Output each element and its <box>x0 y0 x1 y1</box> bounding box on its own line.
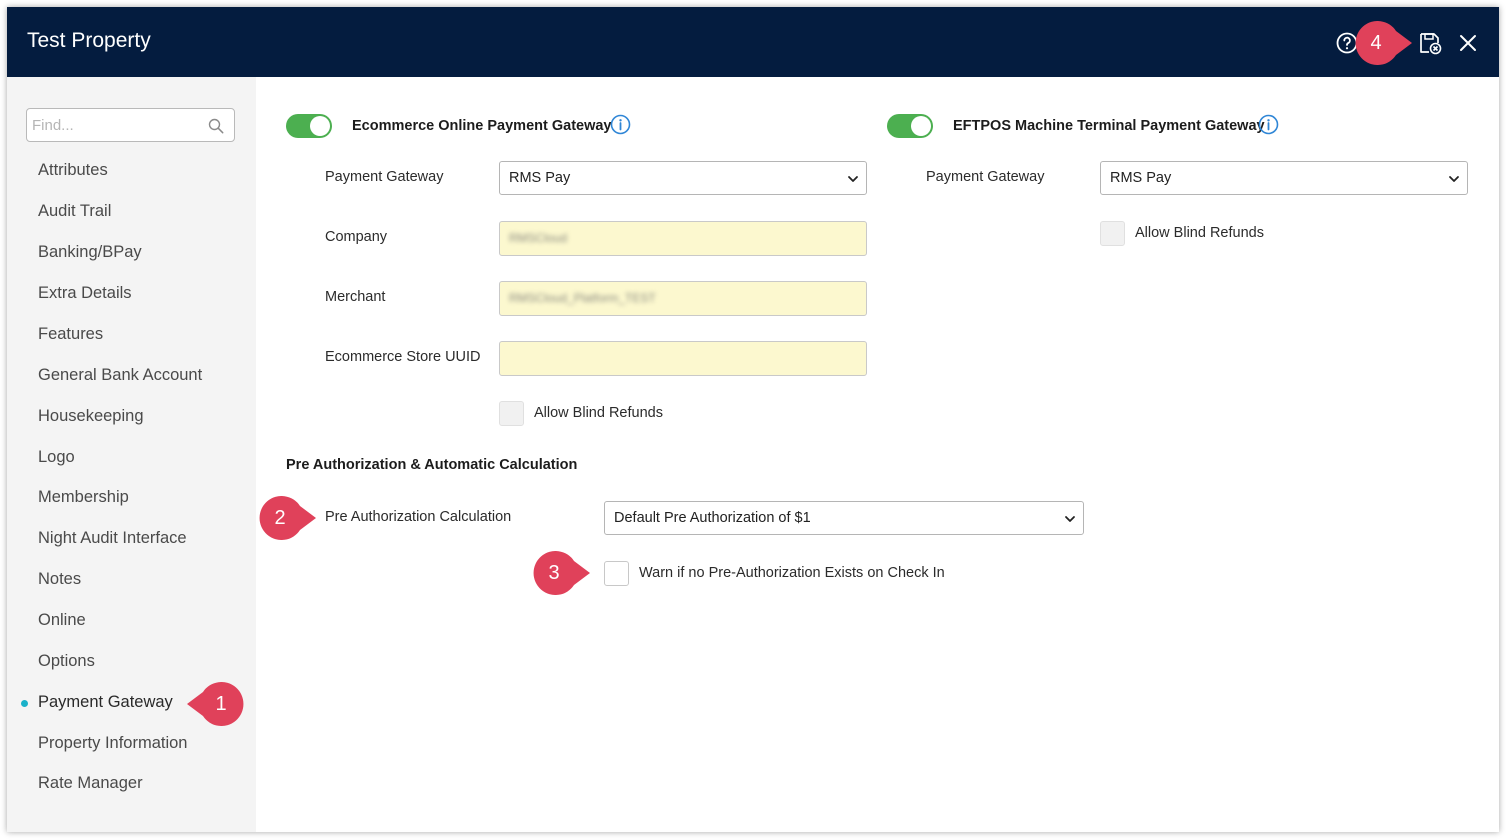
eftpos-blind-refunds-checkbox[interactable] <box>1100 221 1125 246</box>
eftpos-gateway-value: RMS Pay <box>1110 170 1172 186</box>
sidebar-item-banking-bpay[interactable]: Banking/BPay <box>38 243 142 262</box>
eftpos-gateway-label: Payment Gateway <box>926 169 1045 185</box>
preauth-calculation-value: Default Pre Authorization of $1 <box>614 510 811 526</box>
callout-number-1: 1 <box>215 693 227 715</box>
ecommerce-gateway-toggle[interactable] <box>286 114 332 138</box>
toggle-knob <box>310 116 330 136</box>
ecommerce-gateway-label: Payment Gateway <box>325 169 444 185</box>
sidebar-item-notes[interactable]: Notes <box>38 570 81 589</box>
save-close-icon[interactable] <box>1418 31 1442 55</box>
sidebar-item-payment-gateway[interactable]: Payment Gateway <box>38 693 173 712</box>
title-bar: Test Property <box>7 7 1499 77</box>
preauth-calculation-label: Pre Authorization Calculation <box>325 509 512 525</box>
sidebar-item-audit-trail[interactable]: Audit Trail <box>38 202 111 221</box>
search-input[interactable] <box>32 115 202 135</box>
merchant-field[interactable]: RMSCloud_Platform_TEST <box>499 281 867 316</box>
sidebar-item-online[interactable]: Online <box>38 611 86 630</box>
sidebar-item-extra-details[interactable]: Extra Details <box>38 284 132 303</box>
chevron-down-icon <box>1065 516 1075 522</box>
sidebar-item-housekeeping[interactable]: Housekeeping <box>38 407 144 426</box>
close-icon[interactable] <box>1456 31 1480 55</box>
ecommerce-gateway-select[interactable]: RMS Pay <box>499 161 867 195</box>
window-title: Test Property <box>27 29 151 52</box>
ecommerce-gateway-value: RMS Pay <box>509 170 571 186</box>
store-uuid-field[interactable] <box>499 341 867 376</box>
sidebar-item-night-audit-interface[interactable]: Night Audit Interface <box>38 529 187 548</box>
warn-no-preauth-checkbox[interactable] <box>604 561 629 586</box>
merchant-label: Merchant <box>325 289 386 305</box>
sidebar-item-options[interactable]: Options <box>38 652 95 671</box>
company-label: Company <box>325 229 388 245</box>
company-value: RMSCloud <box>509 231 568 245</box>
eftpos-gateway-toggle[interactable] <box>887 114 933 138</box>
info-icon[interactable] <box>1258 114 1279 135</box>
callout-number-2: 2 <box>274 507 286 529</box>
eftpos-blind-refunds-label: Allow Blind Refunds <box>1135 225 1264 241</box>
ecommerce-section-title: Ecommerce Online Payment Gateway <box>352 118 612 134</box>
callout-number-3: 3 <box>548 562 560 584</box>
sidebar-item-attributes[interactable]: Attributes <box>38 161 108 180</box>
main-content: Ecommerce Online Payment Gateway Payment… <box>256 77 1499 832</box>
sidebar-item-membership[interactable]: Membership <box>38 488 129 507</box>
toggle-knob <box>911 116 931 136</box>
sidebar-item-general-bank-account[interactable]: General Bank Account <box>38 366 202 385</box>
callout-number-4: 4 <box>1370 32 1382 54</box>
eftpos-section-title: EFTPOS Machine Terminal Payment Gateway <box>953 118 1265 134</box>
chevron-down-icon <box>1449 176 1459 182</box>
chevron-down-icon <box>848 176 858 182</box>
active-indicator-dot <box>21 700 28 707</box>
search-icon[interactable] <box>208 118 224 134</box>
eftpos-gateway-select[interactable]: RMS Pay <box>1100 161 1468 195</box>
warn-no-preauth-label: Warn if no Pre-Authorization Exists on C… <box>639 565 945 581</box>
preauth-section-title: Pre Authorization & Automatic Calculatio… <box>286 457 578 473</box>
ecommerce-blind-refunds-label: Allow Blind Refunds <box>534 405 663 421</box>
sidebar-item-rate-manager[interactable]: Rate Manager <box>38 774 143 793</box>
merchant-value: RMSCloud_Platform_TEST <box>509 291 656 305</box>
info-icon[interactable] <box>610 114 631 135</box>
ecommerce-blind-refunds-checkbox[interactable] <box>499 401 524 426</box>
sidebar-search[interactable] <box>26 108 235 142</box>
sidebar-item-logo[interactable]: Logo <box>38 448 75 467</box>
company-field[interactable]: RMSCloud <box>499 221 867 256</box>
preauth-calculation-select[interactable]: Default Pre Authorization of $1 <box>604 501 1084 535</box>
sidebar-item-property-information[interactable]: Property Information <box>38 734 187 753</box>
store-uuid-label: Ecommerce Store UUID <box>325 349 481 365</box>
sidebar-item-features[interactable]: Features <box>38 325 103 344</box>
